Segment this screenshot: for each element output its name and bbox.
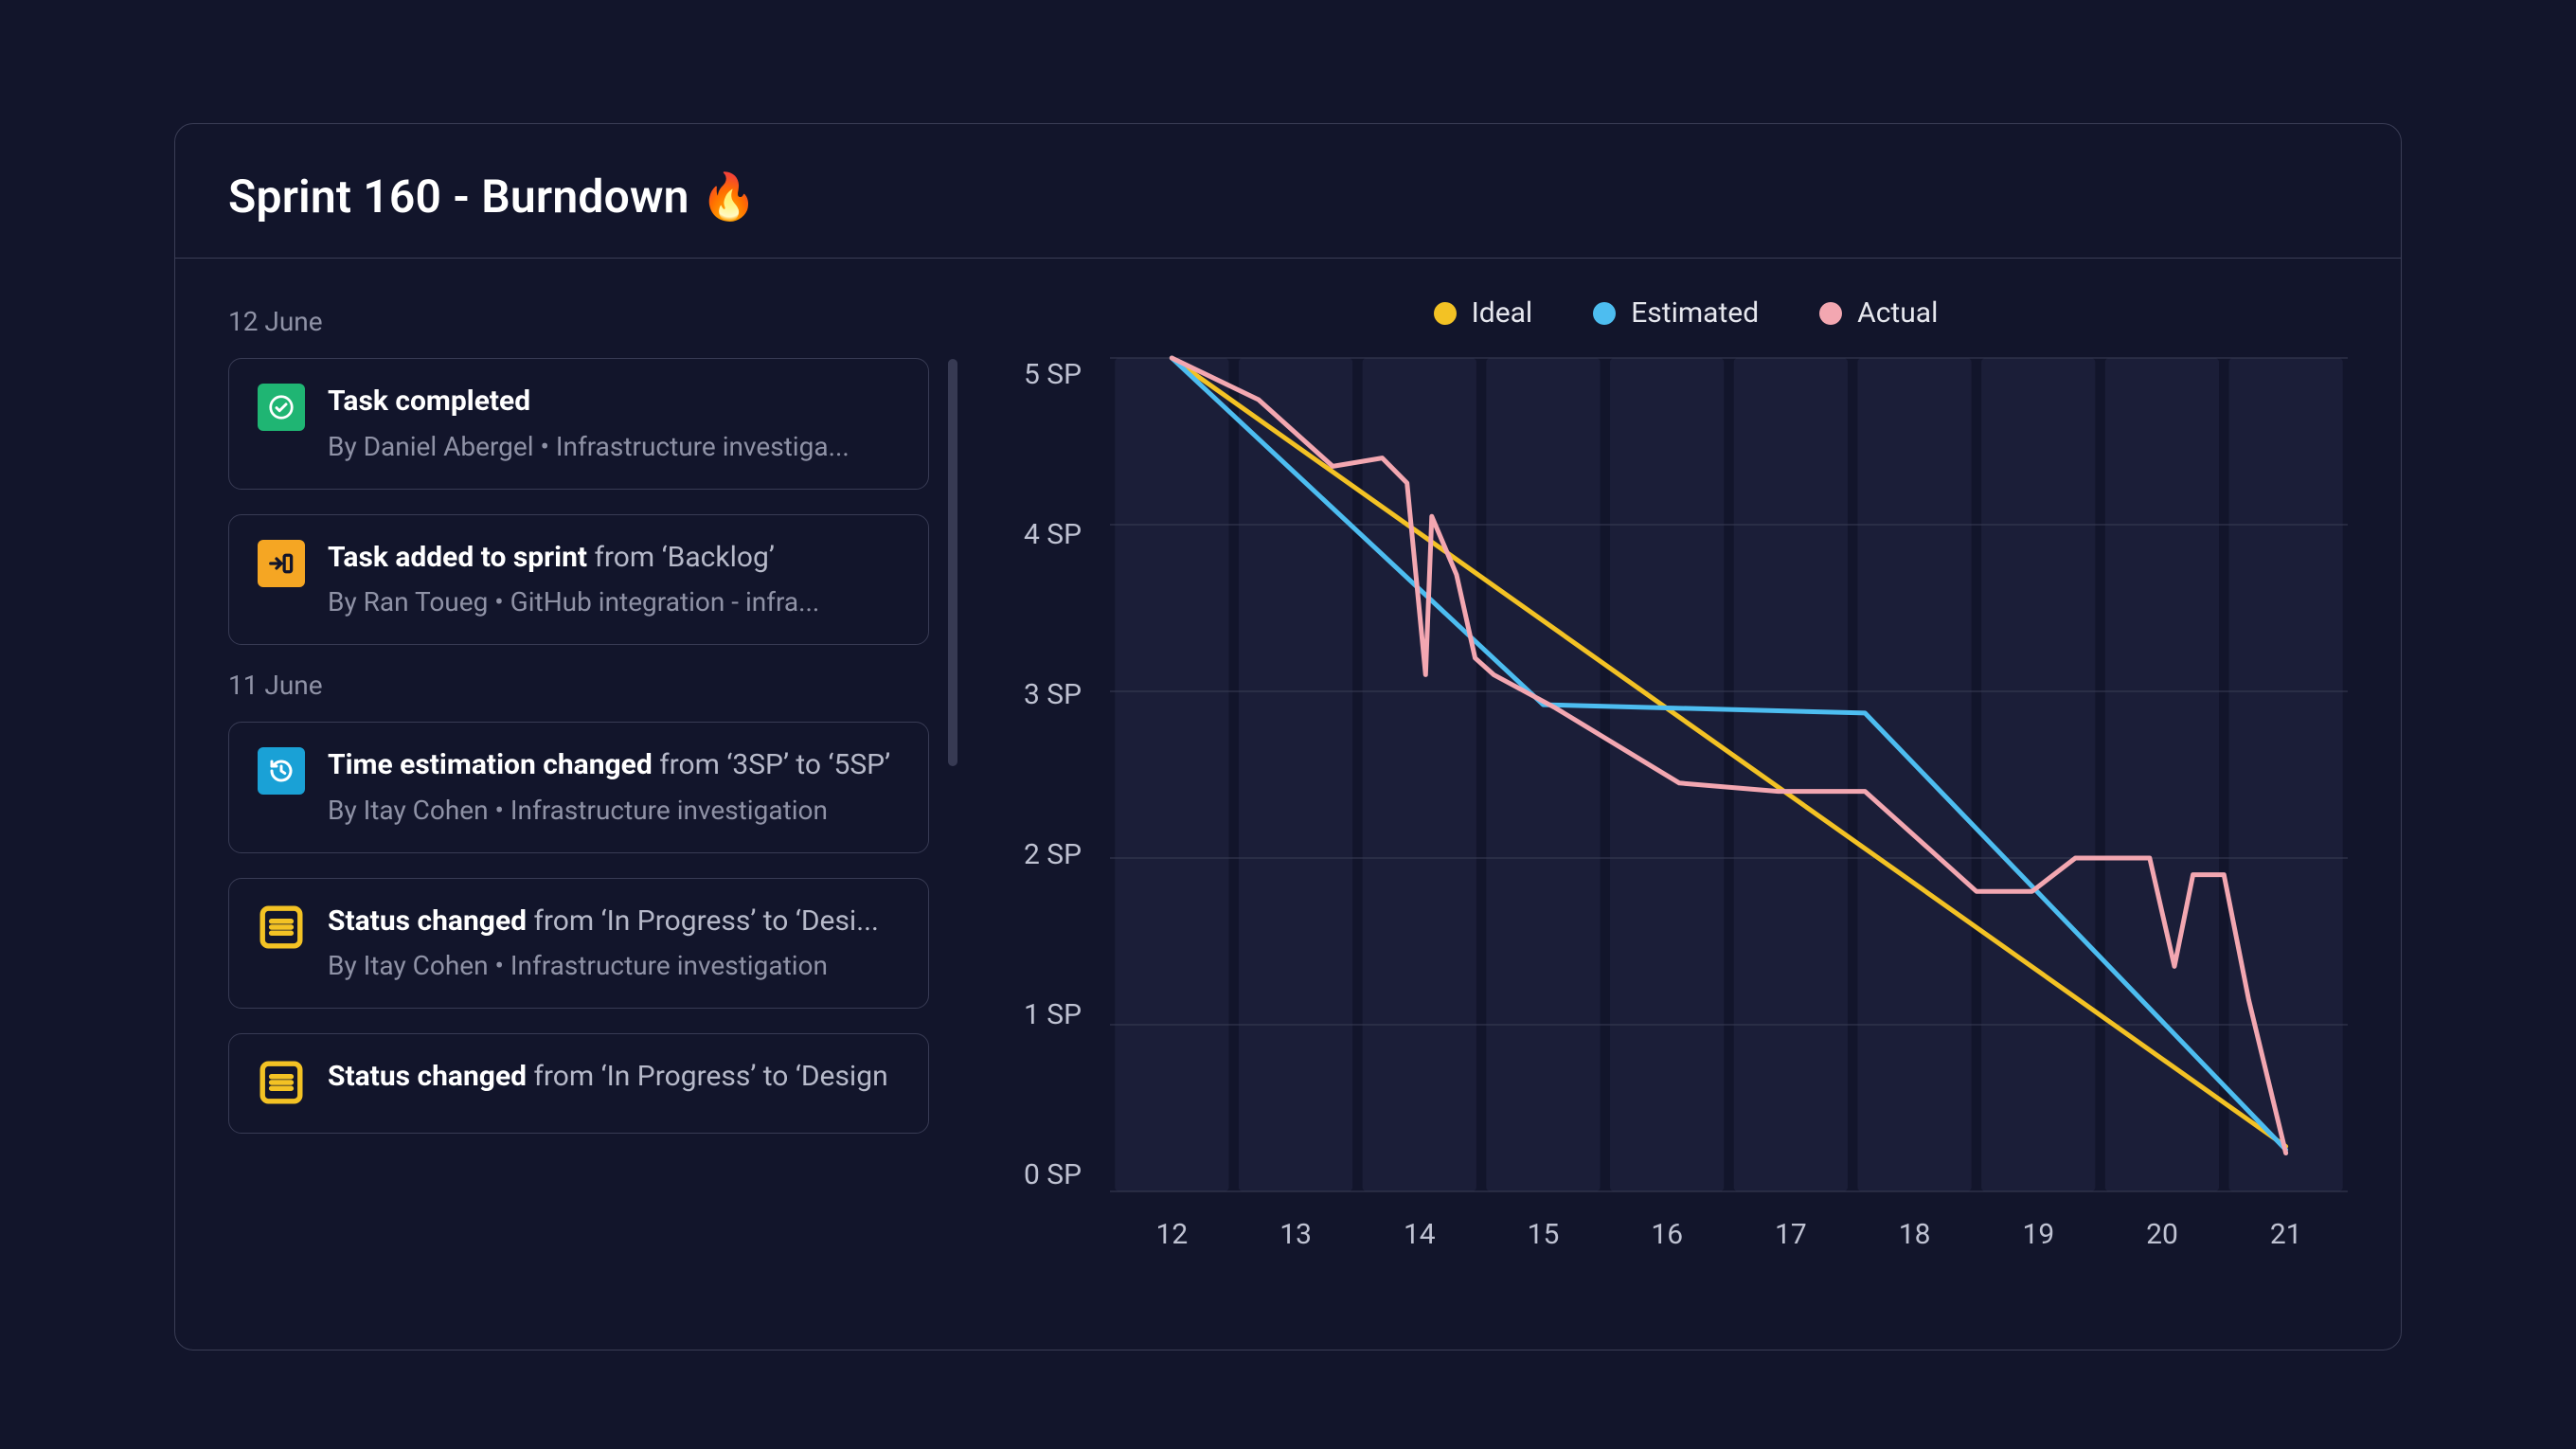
activity-byline: By Daniel Abergel • Infrastructure inves… xyxy=(328,431,900,462)
activity-title: Task added to sprint from ‘Backlog’ xyxy=(328,540,900,576)
x-tick-label: 14 xyxy=(1357,1218,1481,1251)
legend-label: Estimated xyxy=(1631,296,1759,330)
feed-date-label: 11 June xyxy=(228,670,929,701)
x-tick-label: 18 xyxy=(1852,1218,1977,1251)
status-icon xyxy=(258,1059,305,1106)
x-tick-label: 13 xyxy=(1234,1218,1358,1251)
activity-card[interactable]: Task added to sprint from ‘Backlog’ By Ra… xyxy=(228,514,929,646)
x-axis-ticks: 12131415161718192021 xyxy=(1110,1218,2348,1251)
activity-title: Status changed from ‘In Progress’ to ‘De… xyxy=(328,903,900,939)
x-tick-label: 20 xyxy=(2101,1218,2225,1251)
x-tick-label: 17 xyxy=(1729,1218,1853,1251)
x-tick-label: 19 xyxy=(1977,1218,2101,1251)
feed-scrollbar[interactable] xyxy=(948,359,957,766)
burndown-chart: Ideal Estimated Actual 5 SP 4 SP 3 SP 2 SP 1 S… xyxy=(1024,296,2348,1323)
activity-byline: By Itay Cohen • Infrastructure investiga… xyxy=(328,795,900,826)
status-icon xyxy=(258,903,305,951)
check-circle-icon xyxy=(258,384,305,431)
y-tick-label: 0 SP xyxy=(1024,1158,1082,1191)
activity-card[interactable]: Task completed By Daniel Abergel • Infras… xyxy=(228,358,929,490)
y-tick-label: 4 SP xyxy=(1024,518,1082,551)
history-icon xyxy=(258,747,305,795)
activity-title: Task completed xyxy=(328,384,900,420)
y-tick-label: 5 SP xyxy=(1024,358,1082,391)
x-tick-label: 16 xyxy=(1605,1218,1729,1251)
y-tick-label: 1 SP xyxy=(1024,998,1082,1031)
legend-dot xyxy=(1593,302,1616,325)
activity-card[interactable]: Status changed from ‘In Progress’ to ‘De… xyxy=(228,1033,929,1134)
chart-legend: Ideal Estimated Actual xyxy=(1024,296,2348,330)
activity-byline: By Ran Toueg • GitHub integration - infr… xyxy=(328,586,900,617)
y-tick-label: 2 SP xyxy=(1024,838,1082,871)
x-tick-label: 21 xyxy=(2224,1218,2348,1251)
x-tick-label: 12 xyxy=(1110,1218,1234,1251)
chart-plot-area xyxy=(1110,358,2348,1191)
panel-header: Sprint 160 - Burndown 🔥 xyxy=(175,124,2401,259)
x-tick-label: 15 xyxy=(1481,1218,1605,1251)
activity-title: Status changed from ‘In Progress’ to ‘De… xyxy=(328,1059,900,1095)
activity-byline: By Itay Cohen • Infrastructure investiga… xyxy=(328,950,900,981)
y-axis-ticks: 5 SP 4 SP 3 SP 2 SP 1 SP 0 SP xyxy=(1024,358,1110,1191)
activity-title: Time estimation changed from ‘3SP’ to ‘5… xyxy=(328,747,900,783)
legend-dot xyxy=(1434,302,1457,325)
activity-card[interactable]: Time estimation changed from ‘3SP’ to ‘5… xyxy=(228,722,929,853)
burndown-panel: Sprint 160 - Burndown 🔥 12 June Task comp… xyxy=(174,123,2402,1351)
activity-card[interactable]: Status changed from ‘In Progress’ to ‘De… xyxy=(228,878,929,1010)
legend-item[interactable]: Ideal xyxy=(1434,296,1533,330)
feed-date-label: 12 June xyxy=(228,306,929,337)
panel-title: Sprint 160 - Burndown 🔥 xyxy=(228,170,2348,224)
y-tick-label: 3 SP xyxy=(1024,678,1082,711)
legend-dot xyxy=(1819,302,1842,325)
add-to-sprint-icon xyxy=(258,540,305,587)
legend-item[interactable]: Estimated xyxy=(1593,296,1759,330)
legend-label: Ideal xyxy=(1472,296,1533,330)
legend-label: Actual xyxy=(1857,296,1938,330)
legend-item[interactable]: Actual xyxy=(1819,296,1938,330)
activity-feed: 12 June Task completed By Daniel Abergel •… xyxy=(228,296,957,1323)
